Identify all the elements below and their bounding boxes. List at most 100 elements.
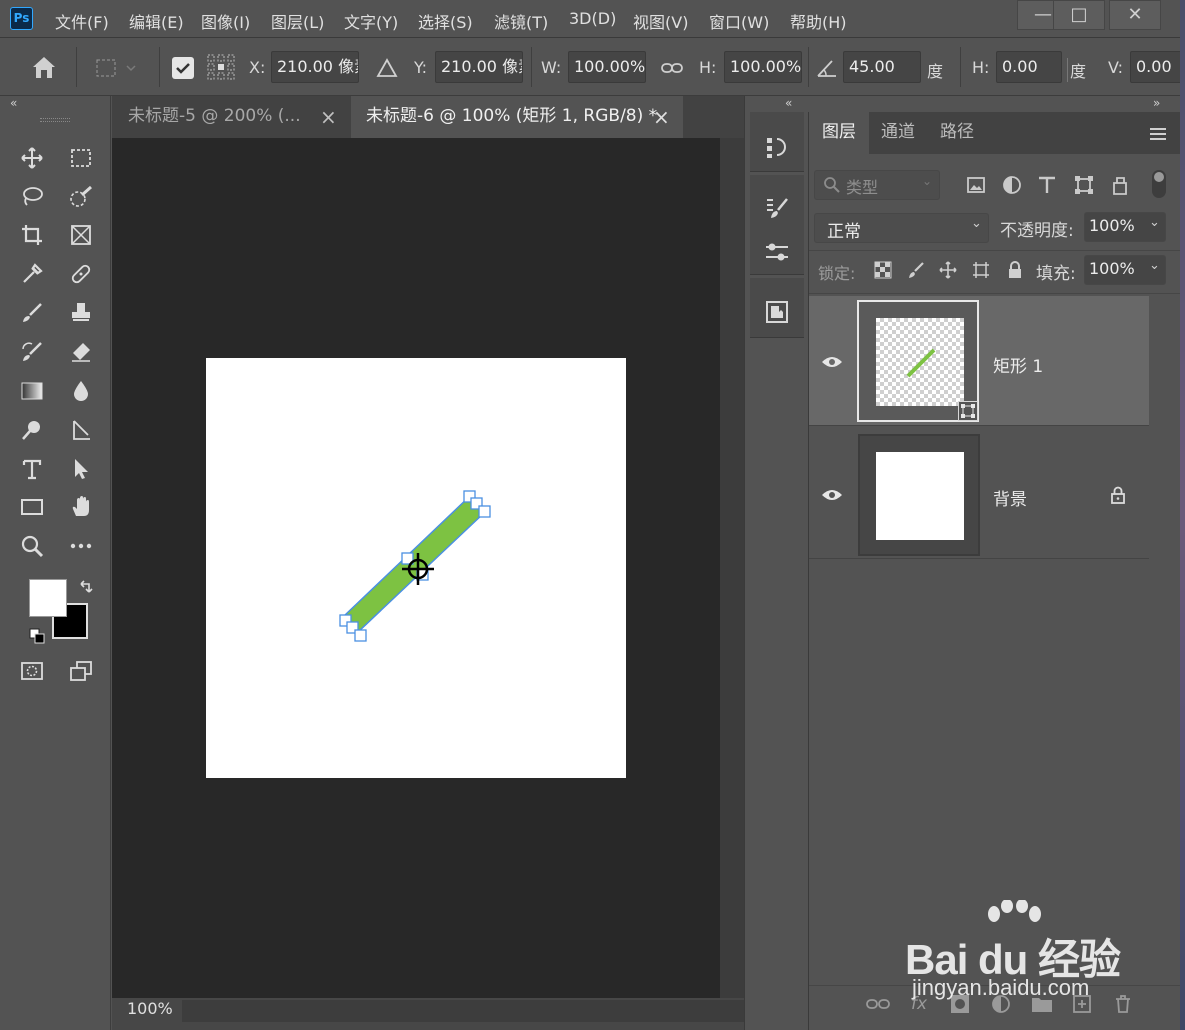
gradient-tool-icon[interactable]: [15, 376, 49, 406]
delete-layer-icon[interactable]: [1110, 991, 1136, 1017]
frame-tool-icon[interactable]: [64, 220, 98, 250]
horizontal-scrollbar[interactable]: [182, 1000, 744, 1022]
collapse-panels-icon[interactable]: «: [785, 96, 792, 110]
eye-icon[interactable]: [821, 355, 843, 369]
chevron-down-icon[interactable]: ⌄: [1149, 215, 1160, 230]
menu-select[interactable]: 选择(S): [418, 9, 473, 33]
eraser-tool-icon[interactable]: [64, 337, 98, 367]
expand-panels-icon[interactable]: »: [1153, 96, 1160, 110]
menu-file[interactable]: 文件(F): [55, 9, 109, 33]
blur-tool-icon[interactable]: [64, 376, 98, 406]
lock-image-pixels-icon[interactable]: [905, 259, 927, 281]
eyedropper-tool-icon[interactable]: [15, 259, 49, 289]
filter-smart-objects-icon[interactable]: [1107, 172, 1133, 198]
filter-type-layers-icon[interactable]: [1034, 172, 1060, 198]
new-fill-adjustment-layer-icon[interactable]: [988, 991, 1014, 1017]
toolbox-grip[interactable]: [40, 118, 70, 122]
reference-point-grid-icon[interactable]: [206, 53, 236, 81]
rectangular-marquee-tool-icon[interactable]: [64, 143, 98, 173]
width-percent-input[interactable]: 100.00%: [568, 51, 646, 83]
transform-handle[interactable]: [478, 505, 491, 518]
swap-colors-icon[interactable]: [77, 578, 95, 596]
tab-untitled-5[interactable]: 未标题-5 @ 200% (...: [113, 96, 349, 138]
link-icon[interactable]: [660, 58, 684, 78]
rotate-angle-input[interactable]: 45.00: [843, 51, 921, 83]
lock-position-icon[interactable]: [937, 259, 959, 281]
tab-close-icon[interactable]: ×: [653, 105, 670, 129]
selected-rectangle-shape[interactable]: [330, 485, 510, 650]
quick-selection-tool-icon[interactable]: [64, 182, 98, 212]
menu-edit[interactable]: 编辑(E): [129, 9, 184, 33]
x-position-input[interactable]: 210.00 像素: [271, 51, 359, 83]
lock-all-icon[interactable]: [1004, 259, 1026, 281]
pen-tool-icon[interactable]: [64, 415, 98, 445]
clone-stamp-tool-icon[interactable]: [64, 298, 98, 328]
menu-view[interactable]: 视图(V): [633, 9, 688, 33]
lock-transparent-pixels-icon[interactable]: [872, 259, 894, 281]
add-layer-mask-icon[interactable]: [947, 991, 973, 1017]
layer-name-background[interactable]: 背景: [993, 485, 1027, 510]
more-tools-icon[interactable]: [64, 531, 98, 561]
menu-window[interactable]: 窗口(W): [709, 9, 769, 33]
new-layer-icon[interactable]: [1069, 991, 1095, 1017]
menu-filter[interactable]: 滤镜(T): [494, 9, 548, 33]
menu-type[interactable]: 文字(Y): [344, 9, 398, 33]
tab-untitled-6-active[interactable]: 未标题-6 @ 100% (矩形 1, RGB/8) *: [351, 96, 683, 138]
tab-paths[interactable]: 路径: [927, 112, 987, 154]
type-tool-icon[interactable]: [15, 454, 49, 484]
lasso-tool-icon[interactable]: [15, 182, 49, 212]
menu-help[interactable]: 帮助(H): [790, 9, 847, 33]
maximize-button[interactable]: □: [1053, 0, 1105, 30]
screen-mode-icon[interactable]: [64, 656, 98, 686]
height-percent-input[interactable]: 100.00%: [724, 51, 802, 83]
add-layer-style-icon[interactable]: fx: [906, 991, 932, 1017]
default-colors-icon[interactable]: [29, 628, 45, 644]
vertical-scrollbar[interactable]: [720, 138, 744, 998]
layer-lock-icon[interactable]: [1109, 486, 1127, 504]
rectangle-tool-icon[interactable]: [15, 492, 49, 522]
quick-mask-icon[interactable]: [15, 656, 49, 686]
y-position-input[interactable]: 210.00 像素: [435, 51, 523, 83]
zoom-level-readout[interactable]: 100%: [127, 999, 173, 1019]
menu-layer[interactable]: 图层(L): [271, 9, 324, 33]
vertical-skew-input[interactable]: 0.00: [1130, 51, 1185, 83]
relative-position-triangle-icon[interactable]: [376, 57, 398, 79]
reference-point-checkbox[interactable]: [172, 57, 194, 79]
filter-shape-layers-icon[interactable]: [1071, 172, 1097, 198]
libraries-panel-icon[interactable]: [750, 292, 804, 332]
transform-handle[interactable]: [354, 629, 367, 642]
crop-tool-icon[interactable]: [15, 220, 49, 250]
zoom-tool-icon[interactable]: [15, 531, 49, 561]
path-selection-tool-icon[interactable]: [64, 454, 98, 484]
horizontal-skew-input[interactable]: 0.00: [996, 51, 1062, 83]
collapse-toolbox-icon[interactable]: «: [10, 96, 17, 110]
filter-adjustment-layers-icon[interactable]: [999, 172, 1025, 198]
tab-channels[interactable]: 通道: [869, 112, 927, 154]
healing-brush-tool-icon[interactable]: [64, 259, 98, 289]
transform-reference-icon[interactable]: [93, 56, 137, 80]
panel-menu-icon[interactable]: [1149, 127, 1167, 141]
menu-3d[interactable]: 3D(D): [569, 9, 616, 28]
brush-tool-icon[interactable]: [15, 298, 49, 328]
green-rectangle[interactable]: [342, 494, 487, 634]
foreground-color-swatch[interactable]: [29, 579, 67, 617]
adjustment-sliders-panel-icon[interactable]: [750, 232, 804, 272]
lock-artboard-icon[interactable]: [970, 259, 992, 281]
tab-layers[interactable]: 图层: [809, 112, 869, 154]
dodge-tool-icon[interactable]: [15, 415, 49, 445]
layer-name-rectangle-1[interactable]: 矩形 1: [993, 352, 1043, 377]
brush-settings-panel-icon[interactable]: [750, 188, 804, 228]
filter-pixel-layers-icon[interactable]: [963, 172, 989, 198]
chevron-down-icon[interactable]: ⌄: [1149, 258, 1160, 273]
hand-tool-icon[interactable]: [64, 492, 98, 522]
menu-image[interactable]: 图像(I): [201, 9, 250, 33]
new-group-icon[interactable]: [1029, 991, 1055, 1017]
link-layers-icon[interactable]: [865, 991, 891, 1017]
history-brush-tool-icon[interactable]: [15, 337, 49, 367]
tab-close-icon[interactable]: ×: [320, 105, 337, 129]
home-icon[interactable]: [30, 54, 58, 80]
eye-icon[interactable]: [821, 488, 843, 502]
filter-toggle-switch[interactable]: [1152, 170, 1166, 198]
close-window-button[interactable]: ✕: [1109, 0, 1161, 30]
history-panel-icon[interactable]: [750, 127, 804, 167]
